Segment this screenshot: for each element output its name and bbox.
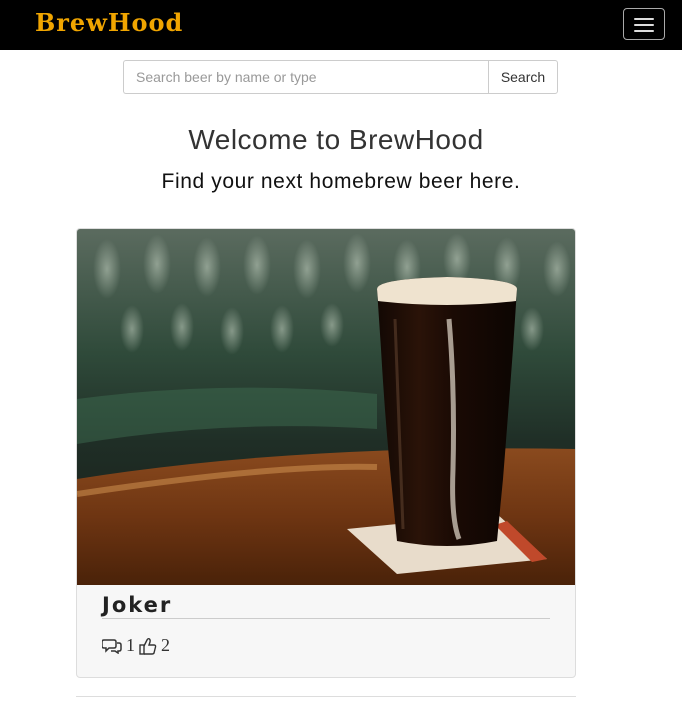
- beer-photo[interactable]: [77, 229, 575, 585]
- navbar: BrewHood: [0, 0, 682, 50]
- page-title: Welcome to BrewHood: [188, 124, 484, 155]
- search-button[interactable]: Search: [488, 60, 558, 94]
- hamburger-menu-icon[interactable]: [623, 8, 665, 40]
- comment-count: 1: [126, 635, 135, 655]
- comments-icon[interactable]: [102, 638, 122, 654]
- brand-logo[interactable]: BrewHood: [35, 8, 183, 37]
- search-form: Search: [123, 60, 558, 94]
- card-stats: 1 2: [102, 635, 174, 656]
- next-card-edge: [76, 696, 576, 707]
- like-count: 2: [161, 635, 170, 655]
- thumbs-up-icon[interactable]: [139, 637, 157, 655]
- search-input[interactable]: [123, 60, 488, 94]
- page-subtitle: Find your next homebrew beer here.: [161, 170, 521, 193]
- beer-name[interactable]: Joker: [102, 593, 550, 619]
- beer-card[interactable]: Joker 1 2: [76, 228, 576, 678]
